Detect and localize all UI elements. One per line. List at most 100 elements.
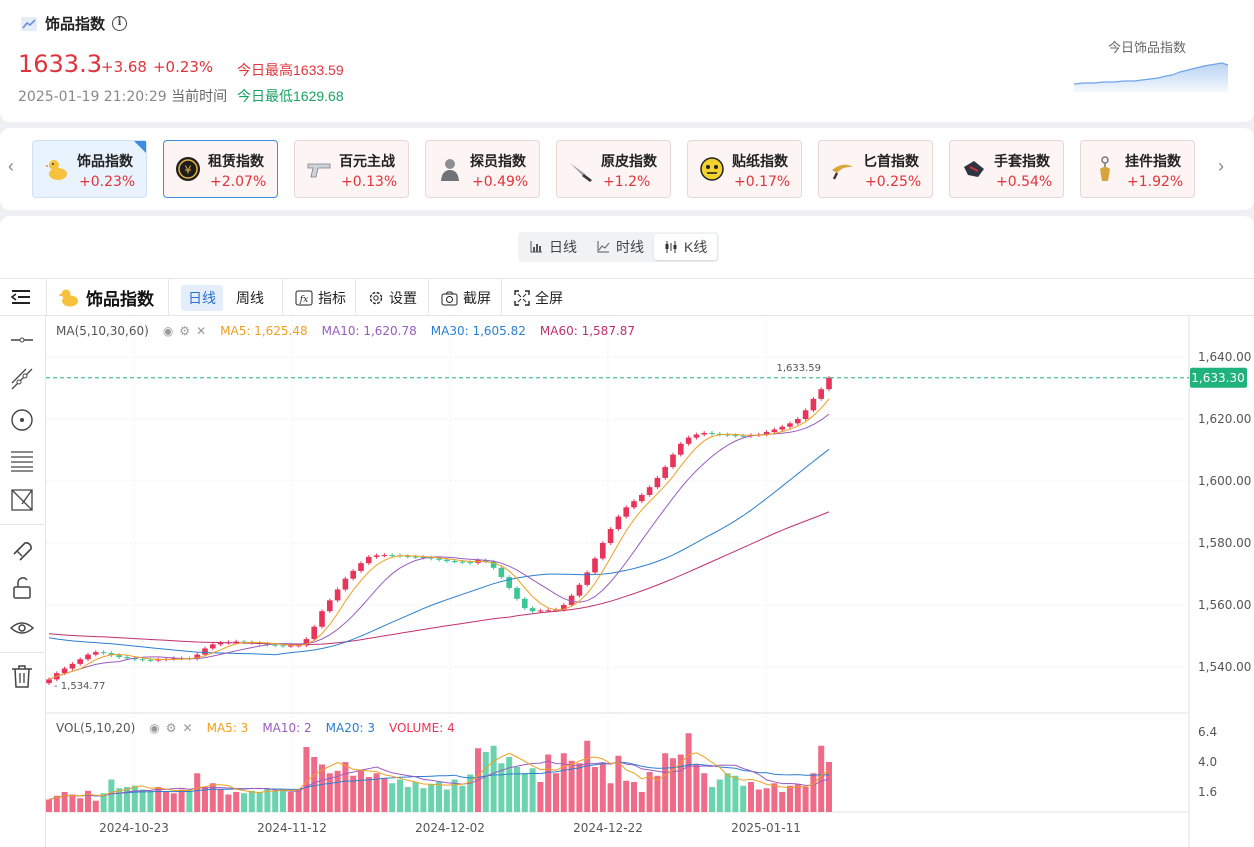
candle-body: [787, 423, 793, 427]
candle-body: [116, 655, 122, 658]
volume-bar: [124, 787, 130, 812]
volume-bar: [139, 789, 146, 812]
volume-bar: [280, 789, 286, 812]
eye-icon[interactable]: ◉: [163, 324, 173, 338]
volume-bar: [287, 792, 294, 812]
ma5-value: MA5: 1,625.48: [220, 324, 308, 338]
unlock-icon[interactable]: [8, 574, 36, 602]
magnet-icon[interactable]: [8, 534, 36, 562]
close-icon[interactable]: ✕: [183, 721, 193, 735]
gear-icon[interactable]: ⚙: [166, 721, 177, 735]
volume-bar: [397, 779, 403, 812]
candle-body: [607, 529, 614, 543]
volume-bar: [459, 785, 466, 812]
volume-bar: [233, 792, 240, 812]
volume-bar: [763, 788, 770, 812]
category-card-glove[interactable]: 手套指数 +0.54%: [949, 140, 1064, 198]
tab-daily[interactable]: 日线: [520, 234, 587, 260]
tab-kline[interactable]: K线: [654, 234, 718, 260]
duck-icon: [45, 160, 67, 180]
candle-body: [77, 659, 83, 664]
trash-icon[interactable]: [8, 662, 36, 690]
volume-bar: [631, 782, 637, 812]
price-change: +3.68 +0.23%: [101, 58, 219, 76]
volume-bar: [412, 782, 419, 812]
fibonacci-tool-icon[interactable]: [8, 446, 36, 474]
settings-button[interactable]: 设置: [361, 285, 424, 311]
category-card-knife[interactable]: 原皮指数 +1.2%: [556, 140, 671, 198]
volume-bar: [311, 757, 318, 812]
candle-body: [272, 644, 278, 646]
chart-plot-area[interactable]: MA(5,10,30,60) ◉ ⚙ ✕ MA5: 1,625.48 MA10: 1…: [46, 316, 1254, 847]
weekly-period-button[interactable]: 周线: [229, 285, 271, 311]
collapse-menu-icon[interactable]: [10, 288, 32, 306]
info-icon[interactable]: i: [112, 16, 128, 31]
category-card-sticker[interactable]: 贴纸指数 +0.17%: [687, 140, 802, 198]
gear-icon[interactable]: ⚙: [179, 324, 190, 338]
kline-chart[interactable]: 1,640.00 1,620.00 1,600.00 1,580.00 1,560.00…: [46, 316, 1254, 847]
camera-icon: [441, 291, 458, 305]
indicators-button[interactable]: fx 指标: [288, 285, 353, 311]
volume-bar: [77, 798, 84, 812]
category-card-agent[interactable]: 探员指数 +0.49%: [425, 140, 540, 198]
mini-chart-label: 今日饰品指数: [1108, 40, 1187, 55]
main-indicator-legend: MA(5,10,30,60) ◉ ⚙ ✕ MA5: 1,625.48 MA10: 1…: [56, 324, 635, 338]
candle-body: [802, 410, 809, 419]
category-change: +0.54%: [996, 174, 1053, 190]
volume-bar: [748, 782, 754, 812]
line-chart-icon: [597, 241, 610, 253]
circle-tool-icon[interactable]: [8, 406, 36, 434]
volume-bar: [818, 745, 825, 812]
chevron-left-icon[interactable]: ‹: [8, 156, 14, 177]
candle-body: [529, 608, 536, 612]
candle-body: [373, 555, 380, 557]
eye-icon[interactable]: ◉: [149, 721, 159, 735]
category-card-charm[interactable]: 挂件指数 +1.92%: [1080, 140, 1195, 198]
toolbar-divider: [501, 279, 502, 316]
duck-icon: [58, 289, 78, 306]
category-name: 饰品指数: [77, 153, 133, 169]
price-axis-label: 1,560.00: [1198, 598, 1251, 612]
volume-axis-label: 4.0: [1198, 755, 1217, 769]
toolbar-divider: [282, 279, 283, 316]
category-change: +0.13%: [341, 174, 398, 190]
vol-indicator-name: VOL(5,10,20): [56, 721, 136, 735]
trend-line-tool-icon[interactable]: [8, 365, 36, 393]
category-card-karambit[interactable]: 匕首指数 +0.25%: [818, 140, 933, 198]
ma5-line: [48, 398, 830, 680]
candle-body: [202, 648, 208, 655]
horizontal-line-tool-icon[interactable]: [8, 326, 36, 354]
pistol-icon: [307, 163, 331, 178]
candle-body: [139, 659, 146, 661]
category-card-rent[interactable]: ¥ 租赁指数 +2.07%: [163, 140, 278, 198]
close-icon[interactable]: ✕: [196, 324, 206, 338]
sticker-icon: [700, 157, 724, 181]
weekly-label: 周线: [236, 290, 264, 306]
category-card-item[interactable]: 饰品指数 +0.23%: [32, 140, 147, 198]
volume-bar: [787, 785, 793, 812]
volume-bar: [654, 775, 661, 812]
category-card-pistol[interactable]: 百元主战 +0.13%: [294, 140, 409, 198]
volume-bar: [342, 762, 349, 812]
volume-bar: [779, 792, 786, 812]
category-change: +1.92%: [1127, 174, 1184, 190]
volume-bar: [436, 782, 442, 812]
candle-body: [498, 567, 505, 578]
candle-body: [631, 501, 637, 508]
candle-body: [85, 654, 91, 660]
volume-bar: [537, 782, 544, 812]
daily-period-button[interactable]: 日线: [181, 285, 223, 311]
min-price-annotation: - 1,534.77: [54, 681, 105, 692]
polygon-tool-icon[interactable]: [8, 486, 36, 514]
candle-body: [740, 435, 746, 437]
current-time: 2025-01-19 21:20:29 当前时间: [18, 86, 227, 106]
volume-bar: [755, 789, 762, 812]
candle-body: [545, 610, 551, 612]
screenshot-button[interactable]: 截屏: [434, 285, 498, 311]
eye-icon[interactable]: [8, 614, 36, 642]
fullscreen-button[interactable]: 全屏: [507, 285, 570, 311]
chevron-right-icon[interactable]: ›: [1218, 156, 1224, 177]
tab-hourly[interactable]: 时线: [587, 234, 654, 260]
candle-body: [795, 419, 801, 424]
date-axis-label: 2025-01-11: [731, 821, 801, 835]
